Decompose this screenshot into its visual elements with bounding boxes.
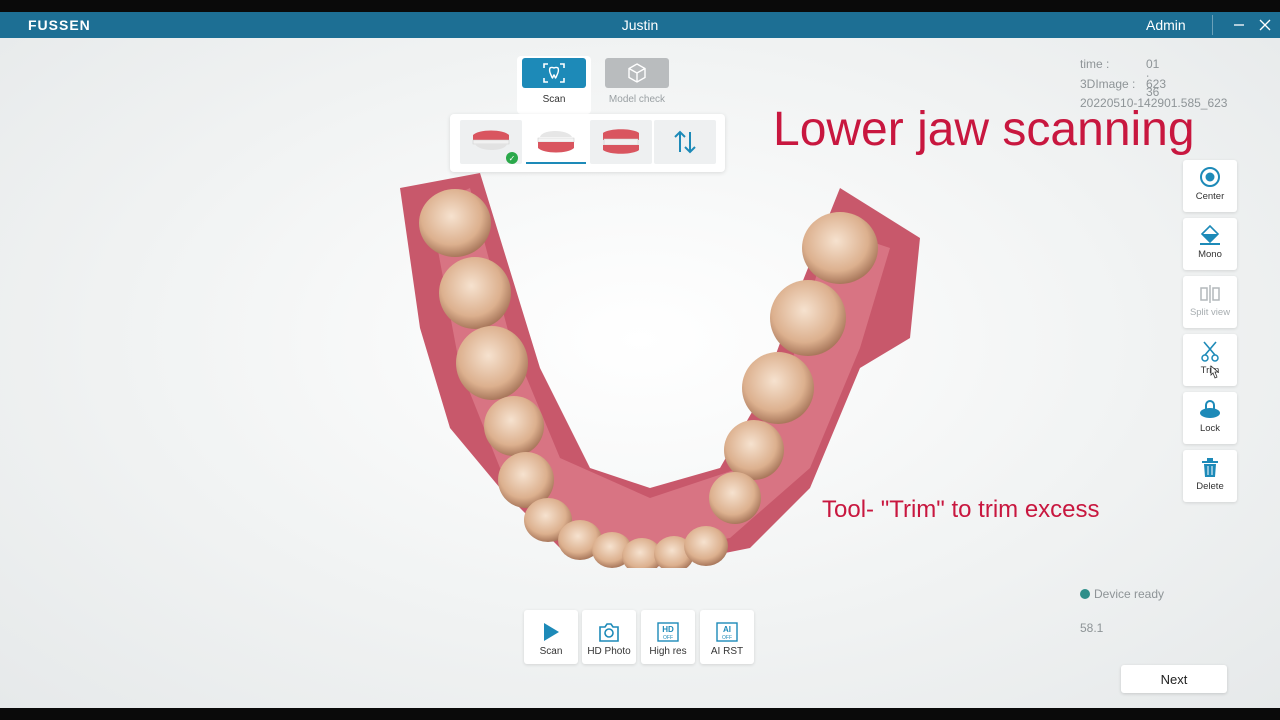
play-icon bbox=[524, 610, 578, 642]
tool-label: Lock bbox=[1199, 423, 1221, 434]
minimize-icon bbox=[1234, 24, 1244, 26]
frame-rate: 58.1 bbox=[1080, 621, 1104, 635]
scan-tooth-icon bbox=[522, 58, 586, 88]
swap-arrows-icon bbox=[674, 130, 696, 154]
active-jaw-indicator bbox=[526, 162, 586, 164]
next-button[interactable]: Next bbox=[1121, 665, 1227, 693]
tool-label: Mono bbox=[1198, 249, 1222, 260]
close-icon bbox=[1259, 19, 1271, 31]
mode-tab-label: Model check bbox=[608, 94, 666, 105]
scan-viewport[interactable]: Scan Model check ✓ time: 01: 36 3DImag… bbox=[0, 38, 1280, 708]
ai-off-icon: AI OFF bbox=[700, 610, 754, 642]
toolbar-label: High res bbox=[649, 646, 687, 657]
paint-bucket-icon bbox=[1183, 218, 1237, 246]
bite-icon bbox=[603, 129, 639, 154]
camera-icon bbox=[582, 610, 636, 642]
mode-tab-label: Scan bbox=[542, 94, 566, 105]
image-count-value: 623 bbox=[1146, 77, 1167, 91]
toolbar-label: Scan bbox=[539, 646, 563, 657]
titlebar-divider bbox=[1212, 15, 1213, 35]
lower-jaw-icon bbox=[537, 131, 575, 153]
trash-icon bbox=[1183, 450, 1237, 478]
split-view-icon bbox=[1183, 276, 1237, 304]
letterbox-bottom bbox=[0, 708, 1280, 720]
split-view-tool-button[interactable]: Split view bbox=[1183, 276, 1237, 328]
patient-name: Justin bbox=[621, 17, 659, 33]
tool-label: Split view bbox=[1189, 307, 1231, 318]
mode-tab-model-check[interactable]: Model check bbox=[604, 58, 670, 110]
lock-icon bbox=[1183, 392, 1237, 420]
swap-jaw-button[interactable] bbox=[654, 120, 716, 164]
mono-tool-button[interactable]: Mono bbox=[1183, 218, 1237, 270]
annotation-heading: Lower jaw scanning bbox=[773, 103, 1195, 156]
scan-time: time : 01 : 36 bbox=[1080, 57, 1159, 99]
jaw-selector: ✓ bbox=[450, 114, 725, 172]
title-bar: FUSSEN Justin Admin bbox=[0, 12, 1280, 38]
letterbox-top bbox=[0, 0, 1280, 12]
device-status: Device ready bbox=[1080, 587, 1164, 601]
tool-label: Center bbox=[1195, 191, 1225, 202]
svg-text:OFF: OFF bbox=[722, 635, 732, 641]
jaw-upper-option[interactable]: ✓ bbox=[460, 120, 522, 164]
minimize-button[interactable] bbox=[1228, 14, 1250, 36]
svg-text:AI: AI bbox=[723, 625, 731, 634]
toolbar-label: HD Photo bbox=[587, 646, 631, 657]
center-tool-button[interactable]: Center bbox=[1183, 160, 1237, 212]
annotation-note: Tool- "Trim" to trim excess bbox=[822, 496, 1100, 523]
jaw-bite-option[interactable] bbox=[590, 120, 652, 164]
tool-label: Delete bbox=[1196, 481, 1224, 492]
svg-text:HD: HD bbox=[662, 625, 674, 634]
svg-text:OFF: OFF bbox=[663, 635, 673, 641]
user-menu[interactable]: Admin bbox=[1146, 17, 1186, 33]
lock-tool-button[interactable]: Lock bbox=[1183, 392, 1237, 444]
delete-tool-button[interactable]: Delete bbox=[1183, 450, 1237, 502]
mouse-cursor-icon bbox=[1210, 365, 1220, 379]
hd-off-icon: HD OFF bbox=[641, 610, 695, 642]
jaw-lower-option[interactable] bbox=[525, 120, 587, 164]
start-scan-button[interactable]: Scan bbox=[524, 610, 578, 664]
completed-check-icon: ✓ bbox=[506, 152, 518, 164]
cube-icon bbox=[605, 58, 669, 88]
hd-photo-button[interactable]: HD Photo bbox=[582, 610, 636, 664]
status-dot-icon bbox=[1080, 589, 1090, 599]
device-status-text: Device ready bbox=[1094, 587, 1165, 601]
scan-time-label: time : bbox=[1080, 57, 1110, 71]
toolbar-label: AI RST bbox=[710, 646, 744, 657]
high-res-button[interactable]: HD OFF High res bbox=[641, 610, 695, 664]
target-icon bbox=[1183, 160, 1237, 188]
ai-rst-button[interactable]: AI OFF AI RST bbox=[700, 610, 754, 664]
image-count-label: 3DImage : bbox=[1080, 77, 1136, 91]
scissors-icon bbox=[1183, 334, 1237, 362]
image-count: 3DImage : 623 bbox=[1080, 77, 1166, 91]
mode-tab-scan[interactable]: Scan bbox=[521, 58, 587, 110]
close-button[interactable] bbox=[1254, 14, 1276, 36]
